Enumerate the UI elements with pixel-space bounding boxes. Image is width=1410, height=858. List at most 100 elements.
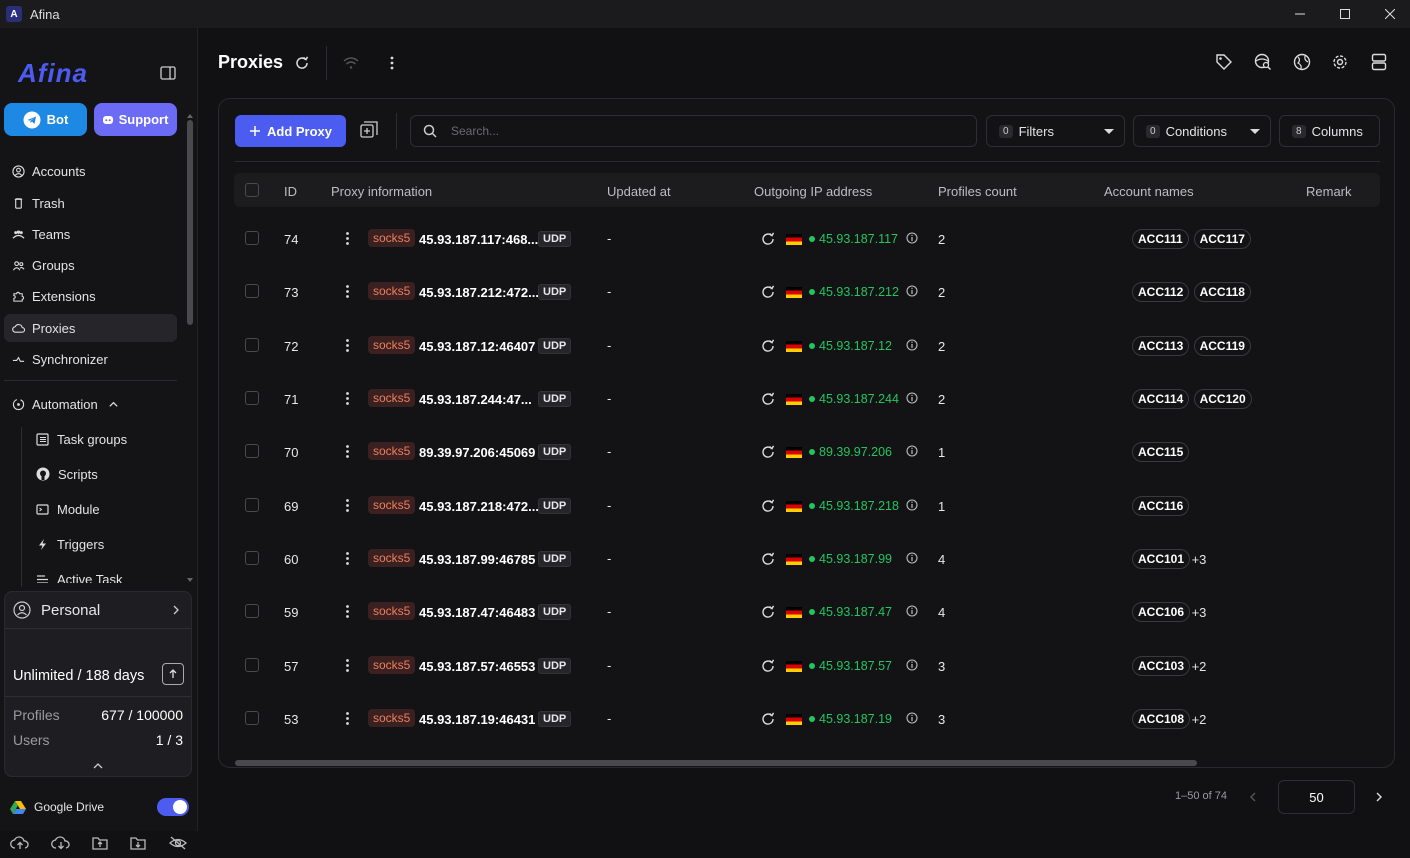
account-chip[interactable]: ACC119 xyxy=(1193,336,1251,356)
row-checkbox[interactable] xyxy=(245,338,259,352)
row-checkbox[interactable] xyxy=(245,231,259,245)
gear-icon[interactable] xyxy=(1330,52,1350,72)
outgoing-ip[interactable]: 45.93.187.212 xyxy=(819,285,899,299)
account-chip[interactable]: ACC120 xyxy=(1193,389,1252,409)
row-menu-icon[interactable] xyxy=(346,712,349,725)
sidebar-item-triggers[interactable]: Triggers xyxy=(36,530,104,558)
refresh-icon[interactable] xyxy=(761,445,775,459)
row-checkbox[interactable] xyxy=(245,284,259,298)
info-icon[interactable] xyxy=(906,339,918,351)
sidebar-item-groups[interactable]: Groups xyxy=(4,251,177,279)
proxy-address[interactable]: 45.93.187.47:46483 xyxy=(419,605,535,620)
proxy-address[interactable]: 45.93.187.99:46785 xyxy=(419,552,535,567)
column-header-id[interactable]: ID xyxy=(284,184,297,199)
table-row[interactable]: 74 socks5 45.93.187.117:468... UDP - 45.… xyxy=(234,212,1380,265)
proxy-address[interactable]: 45.93.187.12:46407 xyxy=(419,339,535,354)
more-accounts-count[interactable]: +2 xyxy=(1192,659,1207,674)
column-header-outgoing-ip[interactable]: Outgoing IP address xyxy=(754,184,872,199)
outgoing-ip[interactable]: 45.93.187.19 xyxy=(819,712,892,726)
maximize-icon[interactable] xyxy=(1325,0,1365,28)
table-row[interactable]: 53 socks5 45.93.187.19:46431 UDP - 45.93… xyxy=(234,692,1380,745)
filters-dropdown[interactable]: 0 Filters xyxy=(986,115,1125,147)
next-page-icon[interactable] xyxy=(1374,791,1384,806)
table-row[interactable]: 60 socks5 45.93.187.99:46785 UDP - 45.93… xyxy=(234,532,1380,585)
globe-icon[interactable] xyxy=(1292,52,1312,72)
plan-collapse-button[interactable] xyxy=(5,756,191,776)
table-row[interactable]: 71 socks5 45.93.187.244:47... UDP - 45.9… xyxy=(234,372,1380,425)
sidebar-item-module[interactable]: Module xyxy=(36,495,100,523)
sidebar-item-synchronizer[interactable]: Synchronizer xyxy=(4,345,177,373)
wifi-off-icon[interactable] xyxy=(341,53,361,73)
sidebar-collapse-icon[interactable] xyxy=(160,66,176,83)
table-row[interactable]: 59 socks5 45.93.187.47:46483 UDP - 45.93… xyxy=(234,585,1380,638)
info-icon[interactable] xyxy=(906,445,918,457)
refresh-icon[interactable] xyxy=(761,285,775,299)
table-row[interactable]: 72 socks5 45.93.187.12:46407 UDP - 45.93… xyxy=(234,319,1380,372)
account-chip[interactable]: ACC111 xyxy=(1132,229,1189,249)
info-icon[interactable] xyxy=(906,232,918,244)
sidebar-item-teams[interactable]: Teams xyxy=(4,220,177,248)
proxy-address[interactable]: 45.93.187.244:47... xyxy=(419,392,532,407)
account-chip[interactable]: ACC113 xyxy=(1132,336,1190,356)
outgoing-ip[interactable]: 45.93.187.244 xyxy=(819,392,899,406)
page-size-select[interactable]: 50 xyxy=(1278,780,1355,814)
eye-off-icon[interactable] xyxy=(168,835,188,851)
account-chip[interactable]: ACC103 xyxy=(1132,656,1191,676)
account-chip[interactable]: ACC115 xyxy=(1132,442,1190,462)
account-chip[interactable]: ACC106 xyxy=(1132,602,1191,622)
row-menu-icon[interactable] xyxy=(346,339,349,352)
more-options-icon[interactable] xyxy=(382,53,402,73)
proxy-address[interactable]: 45.93.187.117:468... xyxy=(419,232,538,247)
account-chip[interactable]: ACC114 xyxy=(1132,389,1190,409)
tag-icon[interactable] xyxy=(1214,52,1234,72)
proxy-address[interactable]: 89.39.97.206:45069 xyxy=(419,445,535,460)
horizontal-scrollbar[interactable] xyxy=(235,760,1197,766)
globe-search-icon[interactable] xyxy=(1253,52,1273,72)
minimize-icon[interactable] xyxy=(1280,0,1320,28)
more-accounts-count[interactable]: +2 xyxy=(1192,712,1207,727)
refresh-icon[interactable] xyxy=(761,712,775,726)
row-checkbox[interactable] xyxy=(245,498,259,512)
refresh-icon[interactable] xyxy=(761,659,775,673)
sidebar-item-task-groups[interactable]: Task groups xyxy=(36,425,127,453)
refresh-icon[interactable] xyxy=(761,232,775,246)
info-icon[interactable] xyxy=(906,285,918,297)
table-row[interactable]: 69 socks5 45.93.187.218:472... UDP - 45.… xyxy=(234,479,1380,532)
proxy-address[interactable]: 45.93.187.57:46553 xyxy=(419,659,535,674)
sidebar-item-accounts[interactable]: Accounts xyxy=(4,157,177,185)
sidebar-item-scripts[interactable]: Scripts xyxy=(36,460,98,488)
info-icon[interactable] xyxy=(906,659,918,671)
row-menu-icon[interactable] xyxy=(346,392,349,405)
row-checkbox[interactable] xyxy=(245,444,259,458)
info-icon[interactable] xyxy=(906,712,918,724)
outgoing-ip[interactable]: 45.93.187.12 xyxy=(819,339,892,353)
row-checkbox[interactable] xyxy=(245,658,259,672)
upgrade-button[interactable] xyxy=(162,663,184,685)
sidebar-item-automation[interactable]: Automation xyxy=(4,390,177,418)
bot-button[interactable]: Bot xyxy=(4,103,87,136)
outgoing-ip[interactable]: 45.93.187.57 xyxy=(819,659,892,673)
search-input[interactable] xyxy=(451,124,951,138)
outgoing-ip[interactable]: 45.93.187.117 xyxy=(819,232,898,246)
account-chip[interactable]: ACC108 xyxy=(1132,709,1191,729)
refresh-icon[interactable] xyxy=(761,499,775,513)
row-menu-icon[interactable] xyxy=(346,499,349,512)
info-icon[interactable] xyxy=(906,499,918,511)
outgoing-ip[interactable]: 45.93.187.218 xyxy=(819,499,899,513)
support-button[interactable]: Support xyxy=(94,103,177,136)
row-menu-icon[interactable] xyxy=(346,445,349,458)
outgoing-ip[interactable]: 89.39.97.206 xyxy=(819,445,892,459)
table-row[interactable]: 73 socks5 45.93.187.212:472... UDP - 45.… xyxy=(234,265,1380,318)
sidebar-scrollbar-thumb[interactable] xyxy=(187,120,193,325)
account-chip[interactable]: ACC101 xyxy=(1132,549,1191,569)
outgoing-ip[interactable]: 45.93.187.47 xyxy=(819,605,892,619)
refresh-icon[interactable] xyxy=(292,53,312,73)
row-menu-icon[interactable] xyxy=(346,659,349,672)
proxy-address[interactable]: 45.93.187.218:472... xyxy=(419,499,539,514)
more-accounts-count[interactable]: +3 xyxy=(1192,552,1207,567)
sidebar-item-active-task[interactable]: Active Task xyxy=(36,565,176,583)
column-header-proxy-info[interactable]: Proxy information xyxy=(331,184,432,199)
column-header-remark[interactable]: Remark xyxy=(1306,184,1352,199)
column-header-profiles-count[interactable]: Profiles count xyxy=(938,184,1017,199)
account-chip[interactable]: ACC112 xyxy=(1132,282,1190,302)
